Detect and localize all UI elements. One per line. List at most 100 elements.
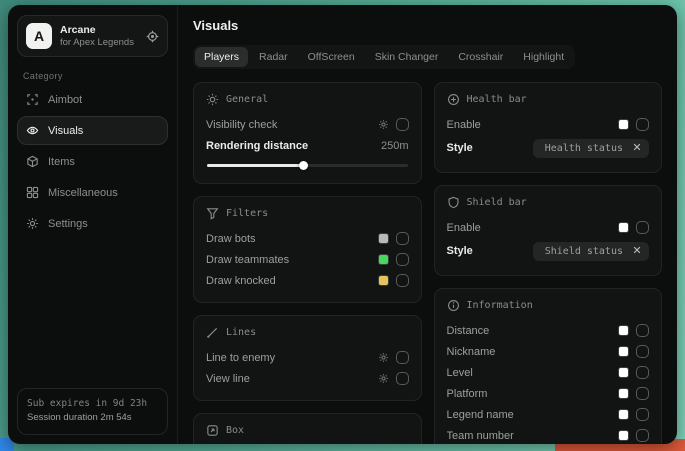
setting-label: Enable bbox=[447, 119, 612, 131]
setting-label: Style bbox=[447, 142, 526, 154]
checkbox[interactable] bbox=[396, 118, 409, 131]
sidebar-item-label: Visuals bbox=[48, 125, 83, 137]
options-gear-icon[interactable] bbox=[378, 373, 389, 384]
app-window: A Arcane for Apex Legends Category Aimbo… bbox=[8, 5, 677, 444]
tab-highlight[interactable]: Highlight bbox=[514, 47, 573, 67]
panel-shield-bar: Shield bar EnableStyle Shield status bbox=[434, 185, 663, 276]
panel-title: Information bbox=[467, 300, 533, 311]
checkbox[interactable] bbox=[636, 345, 649, 358]
panel-header: Health bar bbox=[447, 93, 650, 106]
tab-crosshair[interactable]: Crosshair bbox=[449, 47, 512, 67]
setting-row: Rendering distance250m bbox=[206, 135, 409, 156]
setting-row: Level bbox=[447, 362, 650, 383]
checkbox[interactable] bbox=[636, 324, 649, 337]
tab-offscreen[interactable]: OffScreen bbox=[299, 47, 364, 67]
sidebar-item-visuals[interactable]: Visuals bbox=[17, 116, 168, 145]
panel-header: Lines bbox=[206, 326, 409, 339]
style-select[interactable]: Health status bbox=[533, 139, 649, 158]
checkbox[interactable] bbox=[636, 429, 649, 442]
sidebar: A Arcane for Apex Legends Category Aimbo… bbox=[8, 5, 178, 444]
box-icon bbox=[206, 424, 219, 437]
sidebar-item-miscellaneous[interactable]: Miscellaneous bbox=[17, 178, 168, 207]
checkbox[interactable] bbox=[636, 221, 649, 234]
setting-row: Team number bbox=[447, 425, 650, 444]
color-swatch[interactable] bbox=[618, 346, 629, 357]
shield-icon bbox=[447, 196, 460, 209]
setting-row: Nickname bbox=[447, 341, 650, 362]
checkbox[interactable] bbox=[396, 232, 409, 245]
sidebar-item-label: Miscellaneous bbox=[48, 187, 118, 199]
color-swatch[interactable] bbox=[618, 430, 629, 441]
setting-row: Platform bbox=[447, 383, 650, 404]
color-swatch[interactable] bbox=[618, 119, 629, 130]
color-swatch[interactable] bbox=[378, 233, 389, 244]
style-select-value: Shield status bbox=[545, 246, 623, 257]
sidebar-item-label: Items bbox=[48, 156, 75, 168]
sidebar-item-items[interactable]: Items bbox=[17, 147, 168, 176]
setting-row: Visibility check bbox=[206, 114, 409, 135]
crosshair-icon bbox=[26, 93, 39, 106]
info-icon bbox=[447, 299, 460, 312]
tab-skin-changer[interactable]: Skin Changer bbox=[366, 47, 448, 67]
options-gear-icon[interactable] bbox=[378, 352, 389, 363]
setting-row: Style Shield status bbox=[447, 238, 650, 264]
session-card: Sub expires in 9d 23h Session duration 2… bbox=[17, 388, 168, 435]
checkbox[interactable] bbox=[396, 372, 409, 385]
app-logo: A bbox=[26, 23, 52, 49]
main-content: Visuals PlayersRadarOffScreenSkin Change… bbox=[178, 5, 677, 444]
close-icon[interactable] bbox=[633, 143, 641, 154]
setting-row: Draw teammates bbox=[206, 249, 409, 270]
setting-row: Style Health status bbox=[447, 135, 650, 161]
options-gear-icon[interactable] bbox=[378, 119, 389, 130]
close-icon[interactable] bbox=[633, 246, 641, 257]
panel-header: General bbox=[206, 93, 409, 106]
sidebar-item-aimbot[interactable]: Aimbot bbox=[17, 85, 168, 114]
panel-box: Box EnableEnable background bbox=[193, 413, 422, 444]
panel-title: General bbox=[226, 94, 268, 105]
color-swatch[interactable] bbox=[378, 254, 389, 265]
checkbox[interactable] bbox=[636, 366, 649, 379]
color-swatch[interactable] bbox=[618, 409, 629, 420]
tab-radar[interactable]: Radar bbox=[250, 47, 297, 67]
setting-label: Platform bbox=[447, 388, 612, 400]
sidebar-item-settings[interactable]: Settings bbox=[17, 209, 168, 238]
setting-row: Enable bbox=[447, 114, 650, 135]
checkbox[interactable] bbox=[396, 274, 409, 287]
app-subtitle: for Apex Legends bbox=[60, 37, 138, 49]
setting-row: Distance bbox=[447, 320, 650, 341]
color-swatch[interactable] bbox=[618, 367, 629, 378]
setting-label: Nickname bbox=[447, 346, 612, 358]
app-logo-card: A Arcane for Apex Legends bbox=[17, 15, 168, 57]
checkbox[interactable] bbox=[396, 351, 409, 364]
checkbox[interactable] bbox=[396, 253, 409, 266]
panel-general: General Visibility checkRendering distan… bbox=[193, 82, 422, 184]
setting-label: Level bbox=[447, 367, 612, 379]
tab-players[interactable]: Players bbox=[195, 47, 248, 67]
target-icon[interactable] bbox=[146, 30, 159, 43]
page-title: Visuals bbox=[193, 18, 662, 33]
color-swatch[interactable] bbox=[618, 222, 629, 233]
color-swatch[interactable] bbox=[378, 275, 389, 286]
setting-row: Enable bbox=[447, 217, 650, 238]
category-label: Category bbox=[23, 71, 168, 81]
color-swatch[interactable] bbox=[618, 388, 629, 399]
slider[interactable] bbox=[207, 159, 408, 171]
sidebar-item-label: Aimbot bbox=[48, 94, 82, 106]
color-swatch[interactable] bbox=[618, 325, 629, 336]
setting-label: Draw knocked bbox=[206, 275, 371, 287]
app-name: Arcane bbox=[60, 24, 138, 37]
checkbox[interactable] bbox=[636, 118, 649, 131]
style-select[interactable]: Shield status bbox=[533, 242, 649, 261]
setting-label: Draw teammates bbox=[206, 254, 371, 266]
setting-label: Enable bbox=[447, 222, 612, 234]
checkbox[interactable] bbox=[636, 408, 649, 421]
right-column: Health bar Enable Style Health status Shi… bbox=[434, 82, 663, 444]
line-icon bbox=[206, 326, 219, 339]
checkbox[interactable] bbox=[636, 387, 649, 400]
panel-title: Lines bbox=[226, 327, 256, 338]
setting-row: Legend name bbox=[447, 404, 650, 425]
panel-title: Health bar bbox=[467, 94, 527, 105]
slider-thumb[interactable] bbox=[299, 161, 308, 170]
left-column: General Visibility checkRendering distan… bbox=[193, 82, 422, 444]
panel-title: Box bbox=[226, 425, 244, 436]
